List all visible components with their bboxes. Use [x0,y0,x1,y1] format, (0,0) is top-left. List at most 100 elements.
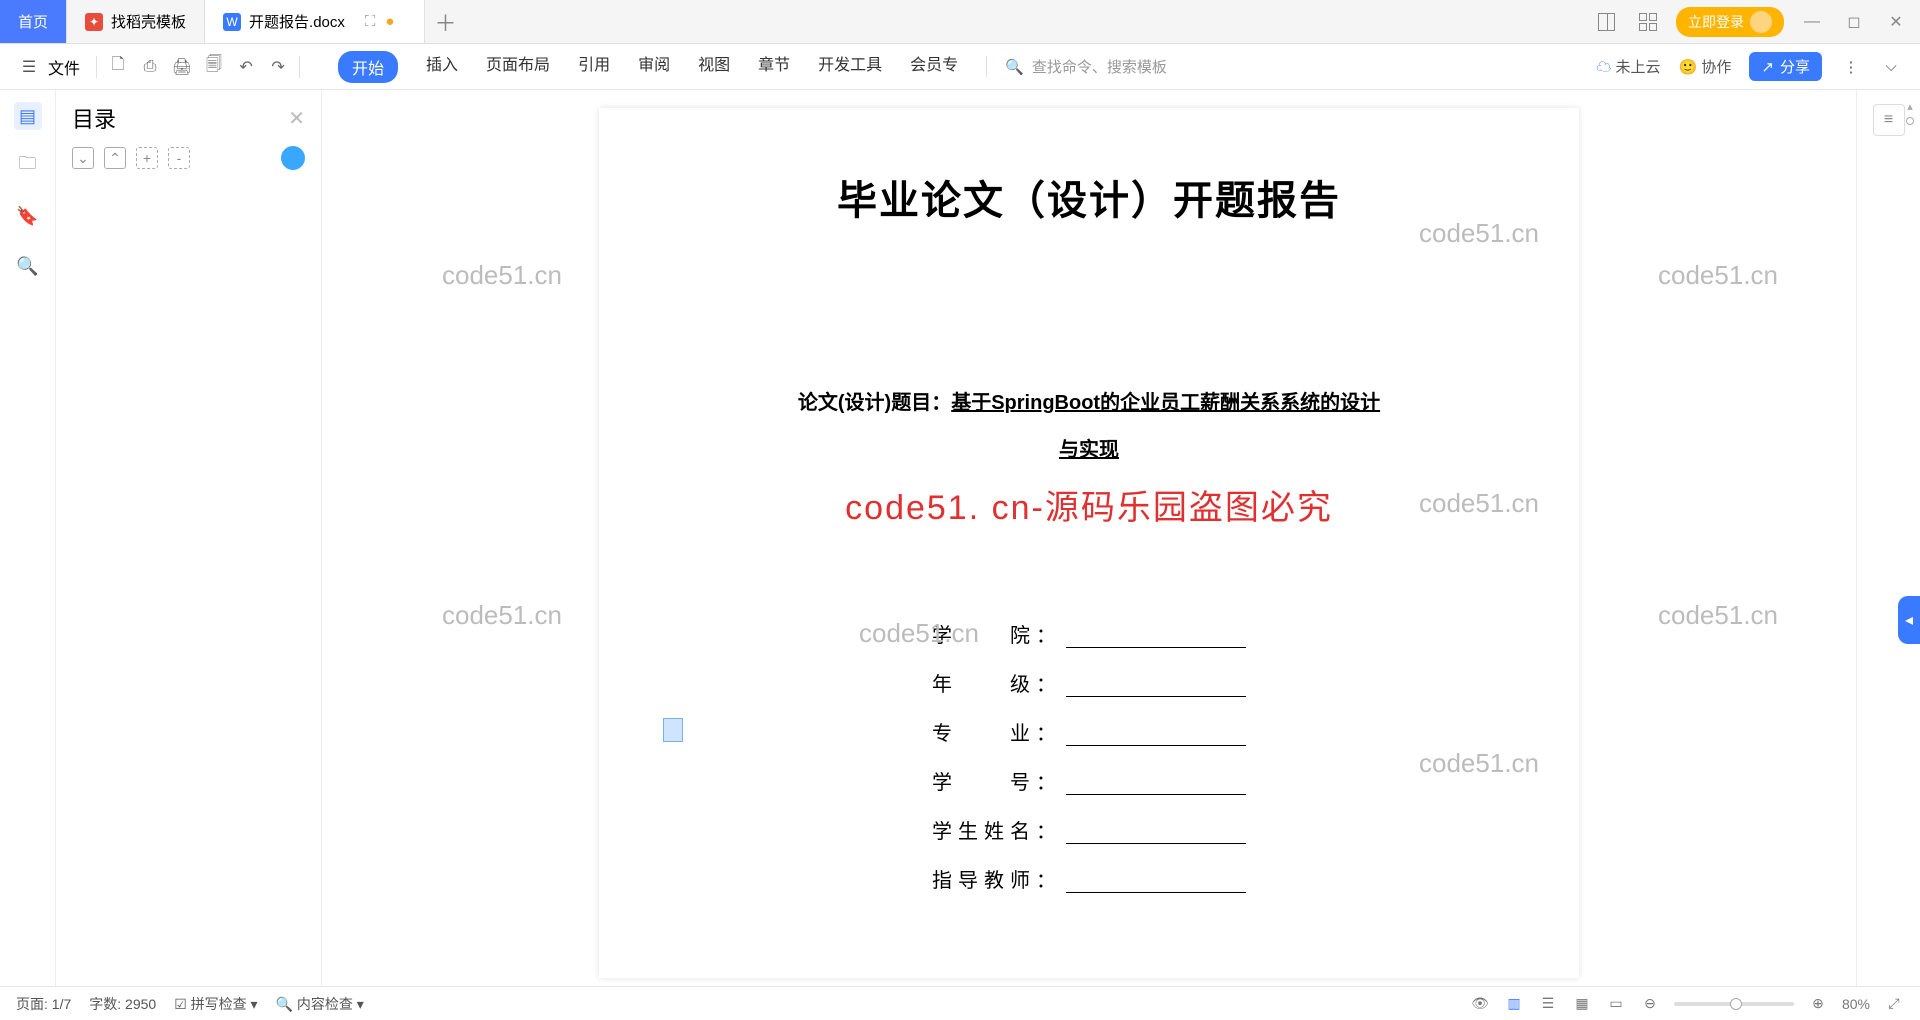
ribbon: ☰ 文件 🗋 ⎙ 🖨 🗐 ↶ ↷ 开始 插入 页面布局 引用 审阅 视图 章节 … [0,44,1920,90]
layout-icon[interactable] [1592,8,1620,36]
doc-title: 毕业论文（设计）开题报告 [689,168,1489,226]
apps-icon[interactable] [1634,8,1662,36]
menu-view[interactable]: 视图 [698,51,730,83]
field-advisor: 指导教师： [932,864,1062,893]
page-indicator[interactable]: 页面: 1/7 [16,994,71,1014]
document-page: code51.cn code51.cn code51.cn code51.cn … [599,108,1579,978]
tab-label: 找稻壳模板 [111,11,186,32]
menu-section[interactable]: 章节 [758,51,790,83]
view-read-icon[interactable]: ▭ [1606,994,1626,1014]
hamburger-icon[interactable]: ☰ [18,56,40,78]
menu-bar: 开始 插入 页面布局 引用 审阅 视图 章节 开发工具 会员专 [338,51,958,83]
view-web-icon[interactable]: ▦ [1572,994,1592,1014]
menu-layout[interactable]: 页面布局 [486,51,550,83]
field-name: 学生姓名： [932,815,1062,844]
export-icon[interactable]: ⎙ [139,56,161,78]
add-heading-icon[interactable]: + [136,147,158,169]
workspace: ▤ 🗀 🔖 🔍 目录 ✕ ⌄ ⌃ + - code51.cn code51.cn… [0,90,1920,986]
spellcheck-toggle[interactable]: ☑ 拼写检查 ▾ [174,994,257,1014]
assistant-icon[interactable] [281,146,305,170]
menu-devtools[interactable]: 开发工具 [818,51,882,83]
menu-insert[interactable]: 插入 [426,51,458,83]
field-studentno: 学 号： [932,766,1062,795]
close-button[interactable]: ✕ [1882,8,1910,36]
share-icon: ↗ [1761,58,1774,76]
field-grade: 年 级： [932,668,1062,697]
tab-label: 开题报告.docx [249,11,345,32]
share-button[interactable]: ↗分享 [1749,52,1822,81]
maximize-button[interactable]: ◻ [1840,8,1868,36]
outline-panel: 目录 ✕ ⌄ ⌃ + - [56,90,322,986]
login-button[interactable]: 立即登录 [1676,7,1784,37]
tab-add-button[interactable]: ＋ [425,0,465,43]
zoom-value[interactable]: 80% [1842,996,1870,1012]
preview-icon[interactable]: 🗐 [203,56,225,78]
minimize-button[interactable]: — [1798,8,1826,36]
undo-icon[interactable]: ↶ [235,56,257,78]
fit-icon[interactable]: ⤢ [1884,994,1904,1014]
page-marker-icon[interactable] [663,718,683,742]
form-fields: 学 院： 年 级： 专 业： 学 号： 学生姓名： 指导教师： [689,619,1489,893]
redo-icon[interactable]: ↷ [267,56,289,78]
unsaved-dot-icon: ● [385,13,394,30]
bookmark-icon[interactable]: 🔖 [14,202,42,230]
avatar-icon [1750,11,1772,33]
menu-member[interactable]: 会员专 [910,51,958,83]
outline-tools: ⌄ ⌃ + - [72,146,305,170]
tab-home[interactable]: 首页 [0,0,67,43]
cloud-status[interactable]: ☁ 未上云 [1596,56,1660,77]
field-college: 学 院： [932,619,1062,648]
scroll-indicator[interactable]: ▴ [1903,100,1917,125]
right-rail: ≡ [1856,90,1920,986]
zoom-in-icon[interactable]: ⊕ [1808,994,1828,1014]
file-menu[interactable]: 文件 [48,55,80,79]
status-bar: 页面: 1/7 字数: 2950 ☑ 拼写检查 ▾ 🔍 内容检查 ▾ 👁 ▥ ☰… [0,986,1920,1020]
menu-review[interactable]: 审阅 [638,51,670,83]
search-icon: 🔍 [1005,58,1024,76]
fire-icon: ✦ [85,13,103,31]
watermark: code51.cn [1658,260,1778,291]
menu-reference[interactable]: 引用 [578,51,610,83]
view-page-icon[interactable]: ▥ [1504,994,1524,1014]
titlebar-right: 立即登录 — ◻ ✕ [1592,0,1920,43]
tab-template[interactable]: ✦ 找稻壳模板 [67,0,205,43]
ribbon-right: ☁ 未上云 🙂 协作 ↗分享 ⋮ ⌵ [1596,52,1902,81]
collapse-ribbon-icon[interactable]: ⌵ [1880,56,1902,78]
outline-close-button[interactable]: ✕ [288,106,305,131]
search-rail-icon[interactable]: 🔍 [14,252,42,280]
watermark: code51.cn [1658,600,1778,631]
topic-line2: 与实现 [689,433,1489,462]
remove-heading-icon[interactable]: - [168,147,190,169]
tab-document[interactable]: W 开题报告.docx ⛶ ● [205,0,425,43]
word-count[interactable]: 字数: 2950 [89,994,156,1014]
screen-icon[interactable]: ⛶ [365,13,376,30]
print-icon[interactable]: 🖨 [171,56,193,78]
left-rail: ▤ 🗀 🔖 🔍 [0,90,56,986]
quick-access-toolbar: 🗋 ⎙ 🖨 🗐 ↶ ↷ [107,56,289,78]
topic-row: 论文(设计)题目：基于SpringBoot的企业员工薪酬关系系统的设计 [689,386,1489,415]
command-search[interactable]: 🔍 查找命令、搜索模板 [986,56,1167,77]
content-check[interactable]: 🔍 内容检查 ▾ [276,994,364,1014]
menu-start[interactable]: 开始 [338,51,398,83]
zoom-out-icon[interactable]: ⊖ [1640,994,1660,1014]
watermark: code51.cn [442,600,562,631]
expand-all-icon[interactable]: ⌃ [104,147,126,169]
side-tab-icon[interactable]: ◂ [1898,596,1920,644]
cloud-icon: ☁ [1596,59,1611,76]
word-icon: W [223,13,241,31]
zoom-slider[interactable] [1674,1002,1794,1006]
kebab-icon[interactable]: ⋮ [1840,56,1862,78]
view-outline-icon[interactable]: ☰ [1538,994,1558,1014]
toc-toggle-icon[interactable]: ≡ [1873,104,1905,136]
document-canvas[interactable]: code51.cn code51.cn code51.cn code51.cn … [322,90,1856,986]
collapse-all-icon[interactable]: ⌄ [72,147,94,169]
eye-icon[interactable]: 👁 [1470,994,1490,1014]
save-icon[interactable]: 🗋 [107,56,129,78]
outline-title: 目录 [72,102,116,134]
clipboard-icon[interactable]: 🗀 [14,152,42,180]
watermark: code51.cn [442,260,562,291]
field-major: 专 业： [932,717,1062,746]
collab-button[interactable]: 🙂 协作 [1679,56,1732,77]
outline-icon[interactable]: ▤ [14,102,42,130]
titlebar: 首页 ✦ 找稻壳模板 W 开题报告.docx ⛶ ● ＋ 立即登录 — ◻ ✕ [0,0,1920,44]
